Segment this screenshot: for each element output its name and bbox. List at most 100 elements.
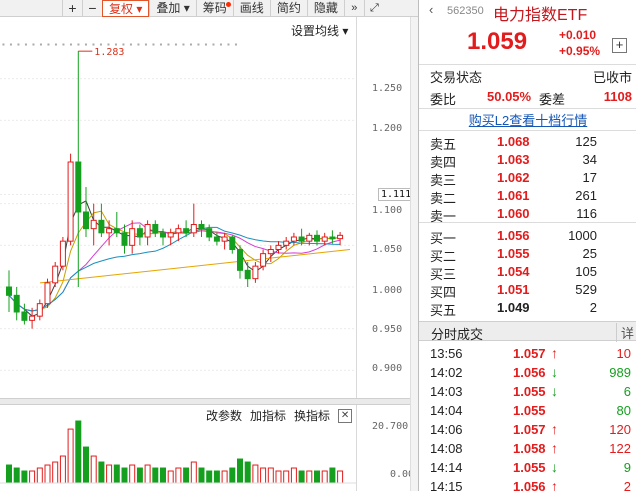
level-price: 1.051: [497, 282, 530, 297]
candle-body: [298, 236, 305, 242]
level-price: 1.063: [497, 152, 530, 167]
candle-body: [213, 236, 220, 242]
event-marker-icon: ▪: [40, 40, 43, 49]
tick-price: 1.055: [513, 384, 546, 399]
event-marker-icon: ▪: [70, 40, 73, 49]
tick-row: 14:02 1.056 ↓ 989: [419, 364, 636, 385]
price-axis-label: 0.950: [372, 324, 403, 335]
time-sales-detail-button[interactable]: 详: [615, 323, 634, 342]
level-label: 买五: [430, 303, 457, 318]
hide-button[interactable]: 隐藏: [306, 0, 344, 17]
switch-indicator-button[interactable]: 换指标: [294, 407, 330, 424]
volume-bar: [44, 464, 51, 484]
volume-bar: [52, 461, 59, 484]
level-label: 卖四: [430, 155, 457, 170]
volume-bar: [198, 467, 205, 484]
draw-line-button[interactable]: 画线: [232, 0, 270, 17]
vertical-scrollbar[interactable]: [410, 17, 418, 491]
volume-bar: [190, 461, 197, 484]
pane-separator[interactable]: [0, 398, 418, 405]
candle-body: [106, 228, 113, 234]
level-price: 1.054: [497, 264, 530, 279]
candle-body: [321, 236, 328, 242]
candle-body: [267, 249, 274, 255]
level-label: 买二: [430, 249, 457, 264]
volume-bar: [267, 467, 274, 484]
event-marker-icon: ▪: [182, 40, 185, 49]
level-price: 1.056: [497, 228, 530, 243]
event-marker-icon: ▪: [212, 40, 215, 49]
ma-line: [8, 222, 341, 312]
tick-row: 14:06 1.057 ↑ 120: [419, 421, 636, 442]
tick-row: 14:04 1.055 80: [419, 403, 636, 423]
add-indicator-button[interactable]: 加指标: [250, 407, 286, 424]
candle-body: [260, 253, 267, 267]
chevron-down-icon: ▾: [136, 1, 143, 16]
candle-body: [237, 249, 243, 271]
edit-params-button[interactable]: 改参数: [206, 407, 242, 424]
volume-bar: [244, 461, 251, 484]
candle-body: [121, 232, 128, 246]
tick-price: 1.056: [513, 365, 546, 380]
kline-chart-pane[interactable]: + − 复权 ▾ 叠加 ▾ 筹码 画线 简约 隐藏 » ⤢ ▪ ▪ ▪ ▪ ▪ ▪ ▪ ▪ ▪ ▪…: [0, 0, 420, 491]
volume-bar: [283, 470, 290, 484]
tick-row: 14:03 1.055 ↓ 6: [419, 383, 636, 404]
fuquan-dropdown[interactable]: 复权 ▾: [102, 0, 150, 17]
chip-label: 筹码: [202, 0, 227, 15]
expand-icon[interactable]: ⤢: [363, 0, 384, 17]
event-marker-icon: ▪: [55, 40, 58, 49]
level-qty: 116: [576, 206, 597, 221]
candle-body: [160, 232, 166, 238]
tick-time: 13:56: [430, 346, 463, 361]
event-marker-icon: ▪: [10, 40, 13, 49]
zoom-out-button[interactable]: −: [82, 0, 102, 17]
price-axis-label: 1.000: [372, 285, 403, 296]
tick-time: 14:14: [430, 460, 463, 475]
volume-bar: [98, 461, 105, 484]
volume-bar: [167, 470, 174, 484]
ma-settings-dropdown[interactable]: 设置均线 ▾: [291, 22, 348, 39]
volume-bar: [106, 464, 113, 484]
candle-body: [67, 161, 74, 242]
simple-mode-button[interactable]: 简约: [269, 0, 307, 17]
price-change-pct: +0.95%: [559, 44, 601, 58]
volume-bar: [59, 455, 66, 484]
ma-line: [8, 200, 341, 317]
tick-volume: 80: [616, 403, 631, 418]
volume-bar: [83, 446, 89, 484]
level-qty: 1000: [568, 228, 597, 243]
chip-distribution-button[interactable]: 筹码: [195, 0, 233, 17]
buy-l2-link[interactable]: 购买L2查看十档行情: [419, 110, 636, 129]
tick-time: 14:15: [430, 479, 463, 491]
ask-level: 卖二 1.061 261: [419, 188, 636, 206]
volume-bar: [21, 470, 28, 484]
tick-time: 14:03: [430, 384, 463, 399]
chart-toolbar: + − 复权 ▾ 叠加 ▾ 筹码 画线 简约 隐藏 » ⤢: [0, 0, 418, 17]
overlay-dropdown[interactable]: 叠加 ▾: [149, 0, 195, 17]
tick-price: 1.055: [513, 403, 546, 418]
back-icon[interactable]: ‹: [429, 2, 433, 17]
add-watchlist-icon[interactable]: +: [612, 38, 627, 53]
time-sales-header: 分时成交 详: [419, 321, 636, 342]
zoom-in-button[interactable]: +: [62, 0, 82, 17]
volume-bar: [260, 467, 267, 484]
event-marker-icon: ▪: [235, 40, 238, 49]
ma-line: [8, 226, 341, 312]
volume-bar: [90, 455, 97, 484]
candle-body: [21, 311, 28, 321]
more-icon[interactable]: »: [343, 0, 364, 17]
candle-body: [206, 228, 213, 238]
event-marker-icon: ▪: [25, 40, 28, 49]
level-label: 卖二: [430, 191, 457, 206]
bid-level: 买三 1.054 105: [419, 264, 636, 282]
volume-bar: [67, 428, 74, 484]
candle-body: [52, 265, 59, 284]
event-marker-icon: ▪: [220, 40, 223, 49]
close-icon[interactable]: ✕: [338, 408, 353, 423]
level-label: 买四: [430, 285, 457, 300]
candle-body: [6, 286, 12, 296]
level-price: 1.049: [497, 300, 530, 315]
event-marker-icon: ▪: [190, 40, 193, 49]
candle-body: [190, 224, 197, 234]
candle-body: [244, 269, 251, 280]
